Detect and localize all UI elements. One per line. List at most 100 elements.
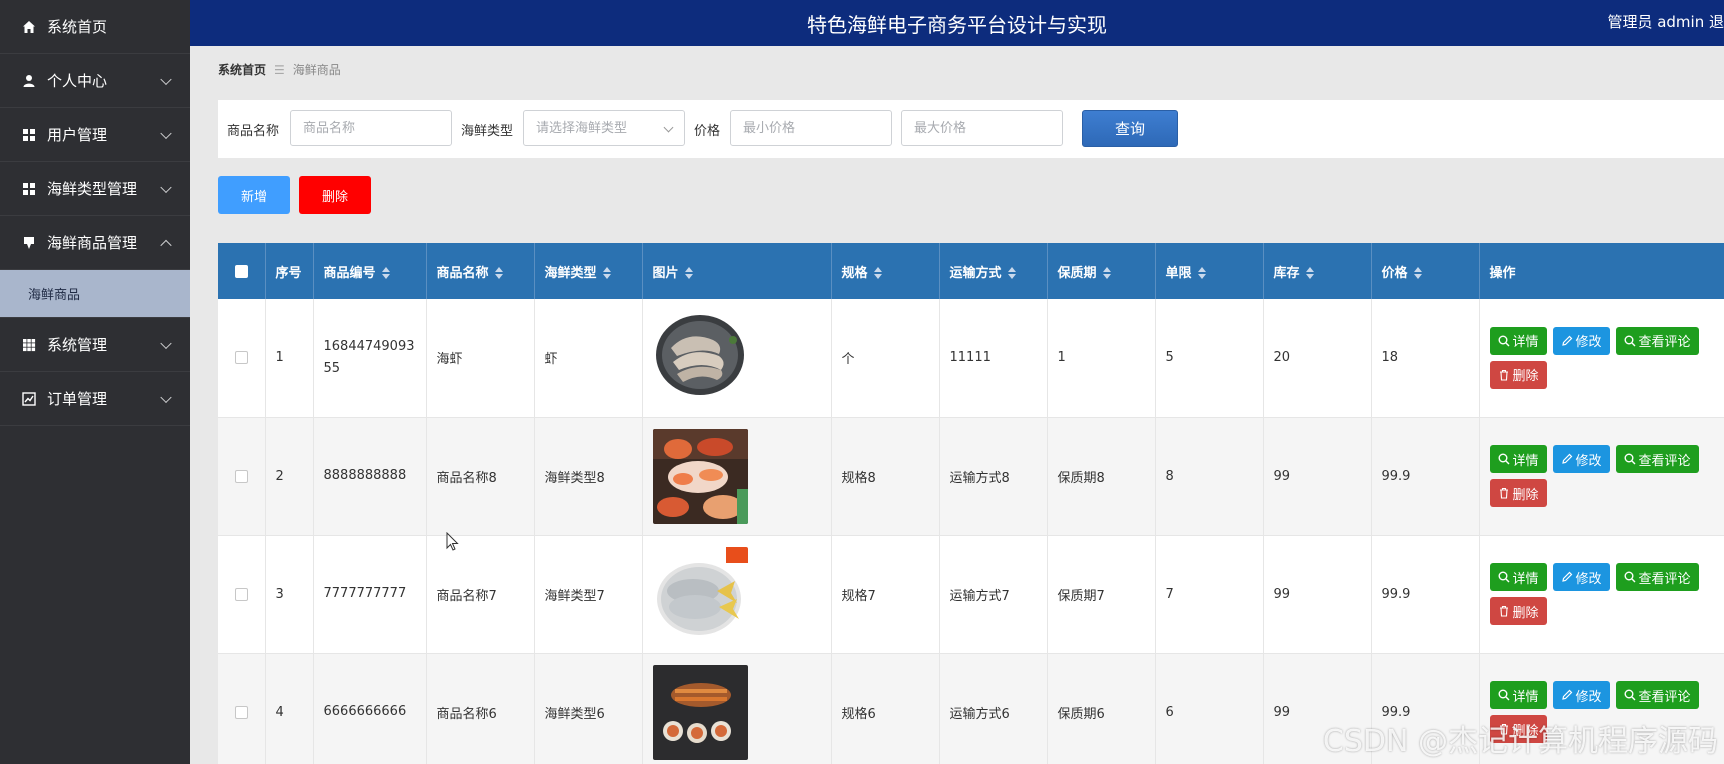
cell-shelf-life: 保质期6 [1047,653,1156,764]
search-icon [1624,571,1636,583]
edit-button[interactable]: 修改 [1552,445,1610,473]
add-button[interactable]: 新增 [218,176,290,214]
col-header-shipping[interactable]: 运输方式 [939,243,1048,299]
sidebar-item-seafood-products[interactable]: 海鲜商品管理 [0,216,190,270]
cell-price: 99.9 [1371,417,1480,536]
cell-limit: 7 [1155,535,1264,654]
cell-limit: 5 [1155,299,1264,418]
cell-image [642,299,832,418]
col-header-index: 序号 [265,243,314,299]
cell-index: 1 [265,299,314,418]
pin-icon [20,234,38,252]
view-comments-button[interactable]: 查看评论 [1615,326,1699,355]
sort-icon [1007,267,1016,279]
detail-button[interactable]: 详情 [1489,326,1547,355]
cell-price: 18 [1371,299,1480,418]
product-image-platter[interactable] [652,428,748,524]
search-icon [1498,689,1510,701]
search-icon [1624,335,1636,347]
cell-spec: 规格7 [831,535,940,654]
user-info[interactable]: 管理员 admin 退 [1607,11,1724,32]
cell-limit: 6 [1155,653,1264,764]
sidebar-item-orders[interactable]: 订单管理 [0,372,190,426]
table-icon [20,336,38,354]
delete-button[interactable]: 删除 [1489,360,1547,389]
chevron-up-icon [160,239,172,251]
cell-index: 4 [265,653,314,764]
sidebar-item-label: 订单管理 [47,390,108,408]
view-comments-button[interactable]: 查看评论 [1615,563,1699,591]
sidebar-subitem-label: 海鲜商品 [28,288,81,303]
edit-button[interactable]: 修改 [1552,563,1610,591]
col-header-shelf-life[interactable]: 保质期 [1047,243,1156,299]
product-image-fish[interactable] [652,546,748,642]
watermark-text: CSDN @杰记计算机程序源码 [1322,724,1718,759]
breadcrumb-home[interactable]: 系统首页 [218,61,266,78]
sidebar-item-label: 用户管理 [47,126,108,144]
grid-icon [20,126,38,144]
product-table: 序号 商品编号 商品名称 海鲜类型 图片 规格 运输方式 保质期 单限 库存 价… [218,243,1724,764]
cell-price: 99.9 [1371,535,1480,654]
table-row: 1 1684474909355 海虾 虾 个 11111 1 5 20 18 详… [218,299,1724,418]
detail-button[interactable]: 详情 [1489,681,1547,709]
sidebar-item-system[interactable]: 系统管理 [0,318,190,372]
col-header-limit[interactable]: 单限 [1155,243,1264,299]
delete-button[interactable]: 删除 [1489,597,1547,625]
cell-limit: 8 [1155,417,1264,536]
col-header-type[interactable]: 海鲜类型 [534,243,643,299]
view-comments-button[interactable]: 查看评论 [1615,681,1699,709]
chart-icon [20,390,38,408]
col-header-code[interactable]: 商品编号 [313,243,427,299]
sidebar-item-users[interactable]: 用户管理 [0,108,190,162]
cell-shipping: 11111 [939,299,1048,418]
row-checkbox[interactable] [218,299,266,418]
sidebar-item-personal[interactable]: 个人中心 [0,54,190,108]
product-name-input[interactable] [290,110,452,146]
search-form: 商品名称 海鲜类型 价格 查询 [218,100,1724,158]
col-header-price[interactable]: 价格 [1371,243,1480,299]
grid-icon [20,180,38,198]
col-header-stock[interactable]: 库存 [1263,243,1372,299]
sidebar-item-seafood-types[interactable]: 海鲜类型管理 [0,162,190,216]
detail-button[interactable]: 详情 [1489,563,1547,591]
sidebar-subitem-seafood-products[interactable]: 海鲜商品 [0,270,190,318]
col-header-spec[interactable]: 规格 [831,243,940,299]
query-button[interactable]: 查询 [1082,110,1178,147]
sidebar-item-label: 个人中心 [47,72,108,90]
seafood-type-select[interactable] [523,110,685,146]
edit-button[interactable]: 修改 [1552,681,1610,709]
page-title: 特色海鲜电子商务平台设计与实现 [807,13,1107,37]
breadcrumb-current: 海鲜商品 [292,63,341,77]
cell-code: 7777777777 [313,535,427,654]
sidebar-item-label: 海鲜商品管理 [47,234,138,252]
view-comments-button[interactable]: 查看评论 [1615,445,1699,473]
edit-button[interactable]: 修改 [1552,326,1610,355]
row-checkbox[interactable] [218,653,266,764]
breadcrumb: 系统首页 ☰ 海鲜商品 [218,61,341,78]
sidebar-item-home[interactable]: 系统首页 [0,0,190,54]
search-icon [1624,689,1636,701]
cell-name: 商品名称8 [426,417,535,536]
row-checkbox[interactable] [218,535,266,654]
search-icon [1624,453,1636,465]
col-header-name[interactable]: 商品名称 [426,243,535,299]
cell-actions: 详情 修改 查看评论 删除 [1479,417,1724,536]
trash-icon [1498,487,1510,499]
product-image-grill[interactable] [652,664,748,760]
chevron-down-icon [160,337,172,349]
sort-icon [494,267,503,279]
cell-image [642,417,832,536]
cell-stock: 20 [1263,299,1372,418]
delete-button[interactable]: 删除 [1489,479,1547,507]
max-price-input[interactable] [901,110,1063,146]
min-price-input[interactable] [730,110,892,146]
product-image-shrimp[interactable] [652,310,748,406]
select-all-checkbox[interactable] [218,243,266,299]
trash-icon [1498,369,1510,381]
bulk-delete-button[interactable]: 删除 [299,176,371,214]
sort-icon [684,267,693,279]
detail-button[interactable]: 详情 [1489,445,1547,473]
col-header-image[interactable]: 图片 [642,243,832,299]
cell-actions: 详情 修改 查看评论 删除 [1479,535,1724,654]
row-checkbox[interactable] [218,417,266,536]
